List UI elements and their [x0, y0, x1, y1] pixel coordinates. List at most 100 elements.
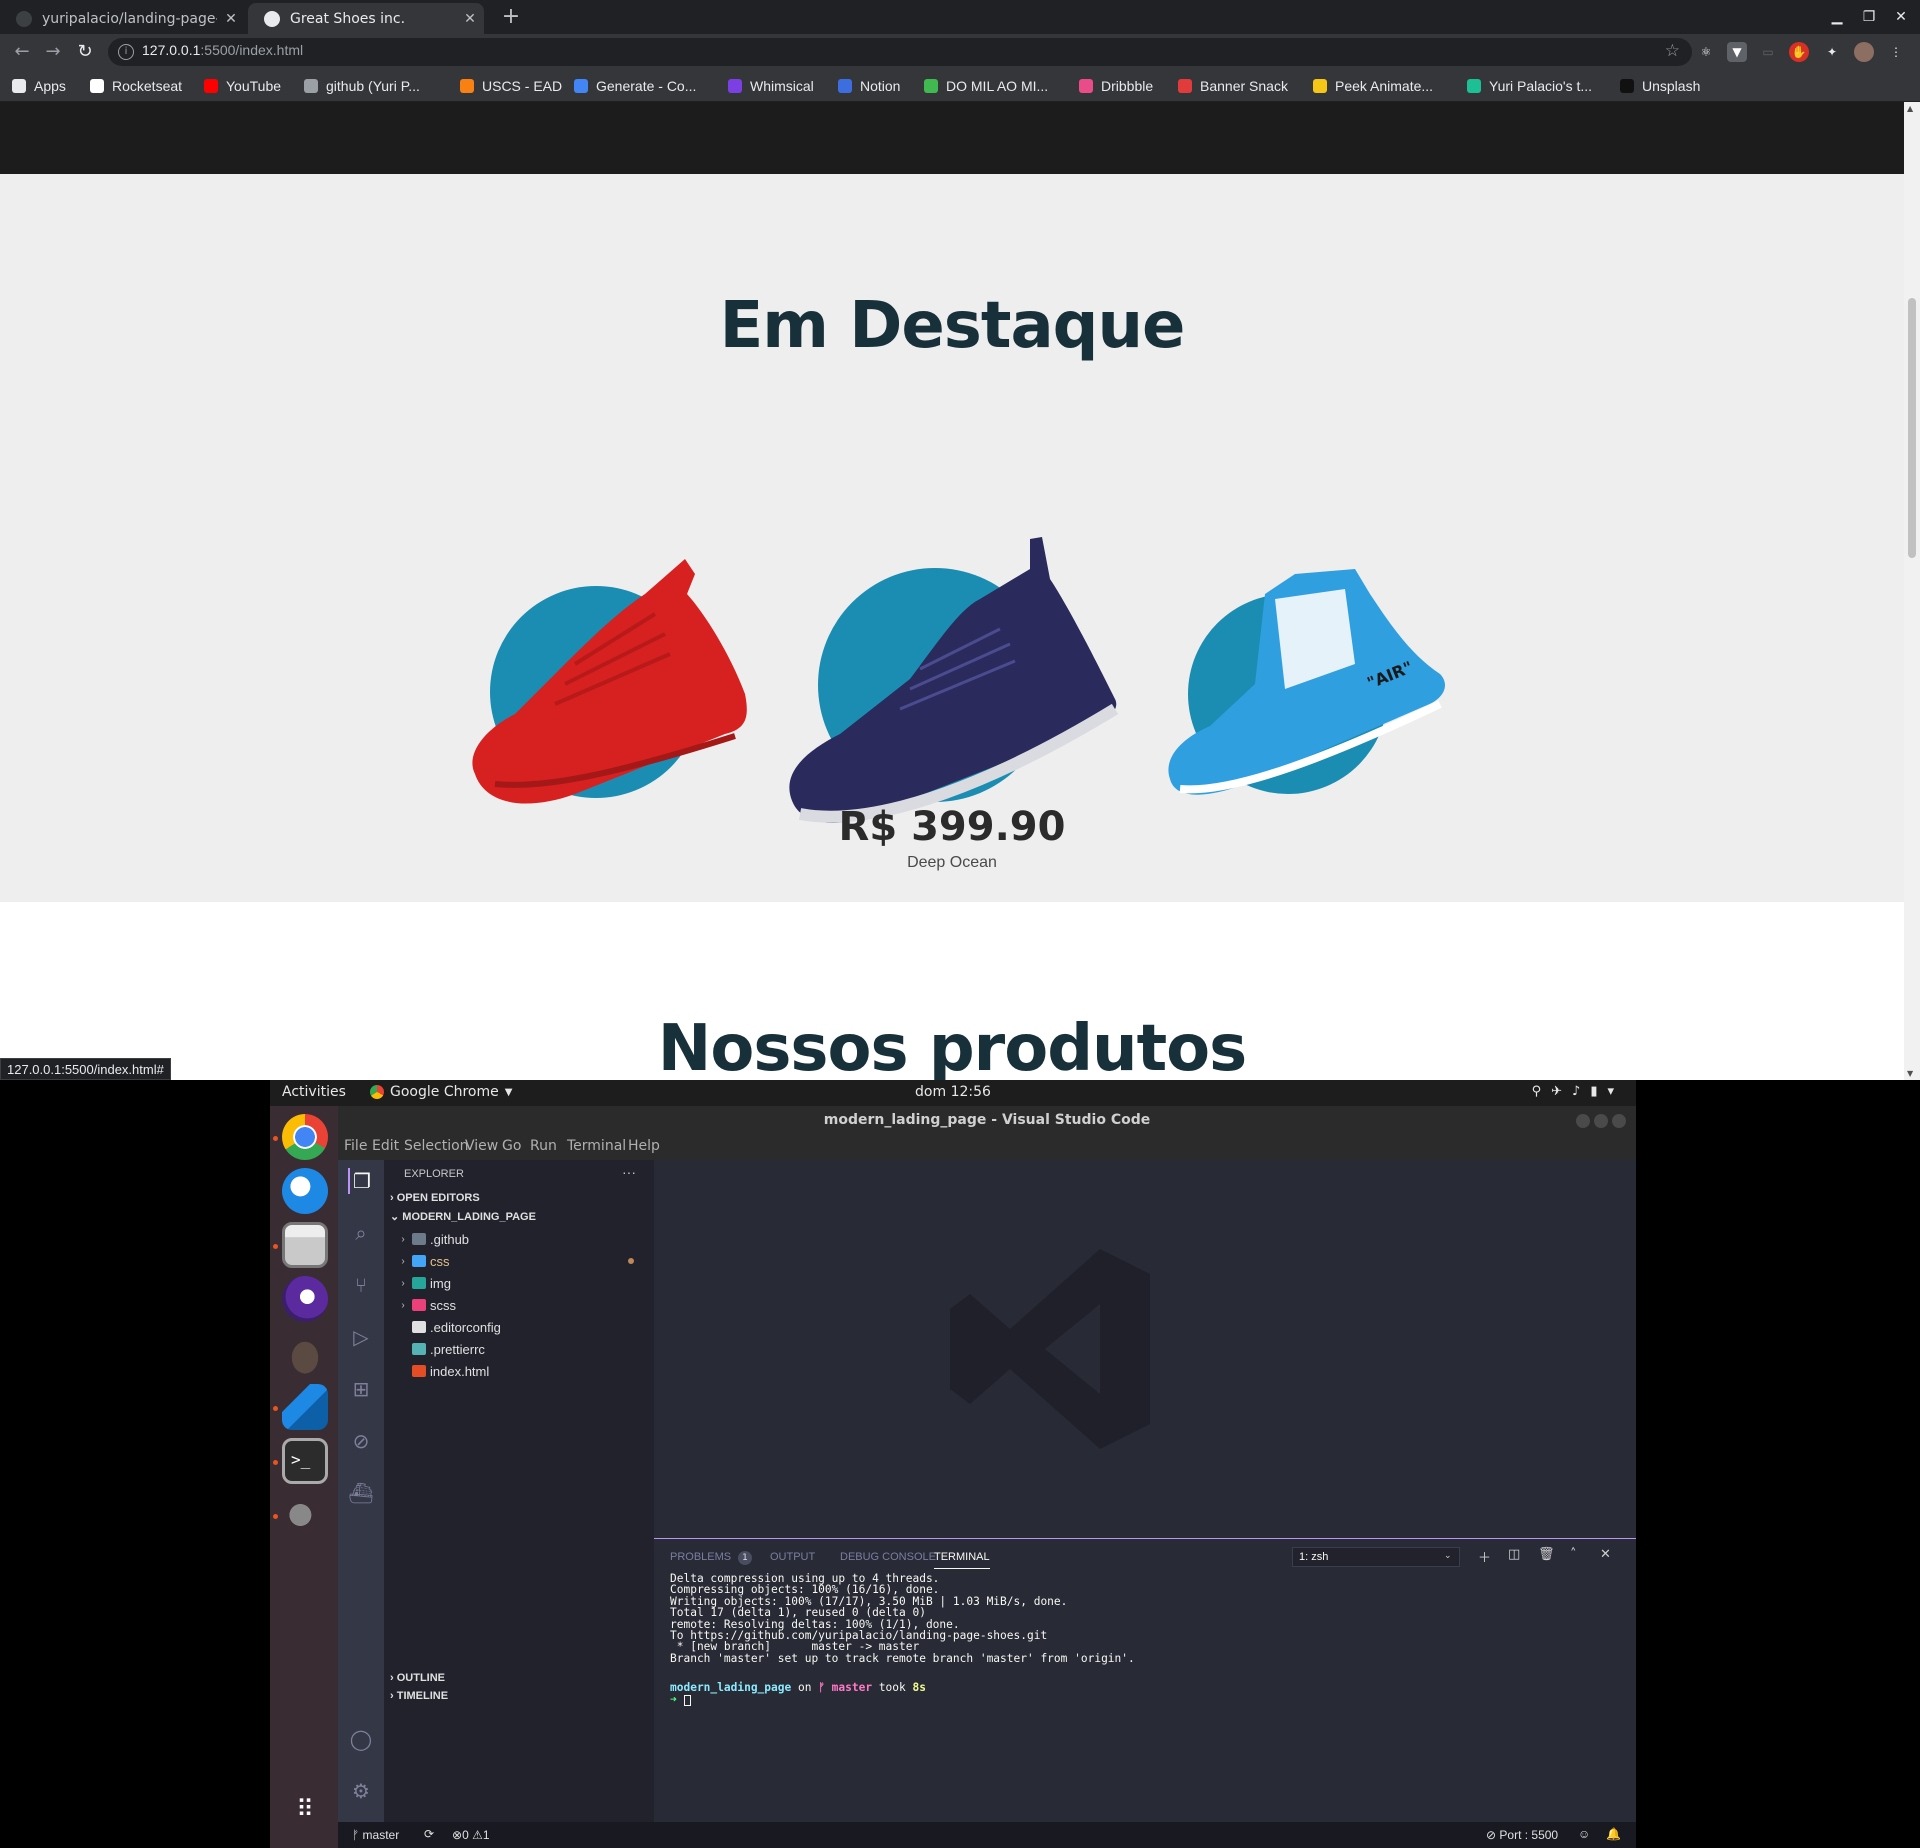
bookmark-unsplash[interactable]: Unsplash: [1620, 77, 1700, 95]
menu-selection[interactable]: Selection: [404, 1138, 469, 1154]
menu-help[interactable]: Help: [628, 1138, 660, 1154]
trash-icon[interactable]: 🗑: [1538, 1547, 1555, 1562]
menu-view[interactable]: View: [465, 1138, 498, 1154]
scroll-down-arrow-icon[interactable]: ▼: [1907, 1069, 1913, 1078]
bookmark-trello[interactable]: Yuri Palacio's t...: [1467, 77, 1592, 95]
extension-icon[interactable]: ▭: [1758, 42, 1778, 62]
chrome-dock-icon[interactable]: [282, 1114, 328, 1160]
new-terminal-icon[interactable]: ＋: [1478, 1547, 1491, 1566]
menu-run[interactable]: Run: [530, 1138, 557, 1154]
navy-shoe-image[interactable]: [780, 529, 1130, 829]
scroll-up-arrow-icon[interactable]: ▲: [1907, 104, 1913, 113]
notifications-bell-icon[interactable]: 🔔: [1606, 1827, 1621, 1841]
file-row[interactable]: index.html: [384, 1360, 654, 1382]
page-scrollbar[interactable]: ▲ ▼: [1904, 102, 1920, 1080]
react-devtools-icon[interactable]: ⚛: [1696, 42, 1716, 62]
bookmark-apps-grid[interactable]: Apps: [12, 77, 66, 95]
problems-status[interactable]: ⊗0 ⚠1: [452, 1828, 490, 1842]
explorer-files-icon[interactable]: ❐: [348, 1168, 374, 1194]
source-control-icon[interactable]: ⑂: [348, 1272, 374, 1298]
settings-gear-icon[interactable]: ⚙: [348, 1778, 374, 1804]
menu-go[interactable]: Go: [502, 1138, 521, 1154]
bookmark-moodle[interactable]: USCS - EAD: [460, 77, 562, 95]
close-tab-icon[interactable]: ✕: [456, 11, 484, 27]
bookmark-youtube[interactable]: YouTube: [204, 77, 281, 95]
gimp-dock-icon[interactable]: [282, 1492, 328, 1538]
editor-area[interactable]: [654, 1160, 1636, 1538]
eye-app-dock-icon[interactable]: [282, 1276, 328, 1322]
bookmark-dmam[interactable]: DO MIL AO MI...: [924, 77, 1048, 95]
files-dock-icon[interactable]: [282, 1222, 328, 1268]
run-debug-icon[interactable]: ▷: [348, 1324, 374, 1350]
clock[interactable]: dom 12:56: [270, 1084, 1636, 1100]
menu-file[interactable]: File: [344, 1138, 367, 1154]
folder-row[interactable]: › img: [384, 1272, 654, 1294]
adblock-icon[interactable]: ✋: [1789, 42, 1809, 62]
close-panel-icon[interactable]: ✕: [1600, 1547, 1611, 1562]
folder-row[interactable]: › scss: [384, 1294, 654, 1316]
minimize-button[interactable]: [1576, 1114, 1590, 1128]
tab-github[interactable]: yuripalacio/landing-page- ✕: [0, 3, 245, 34]
extensions-puzzle-icon[interactable]: ✦: [1822, 42, 1842, 62]
split-terminal-icon[interactable]: ◫: [1508, 1547, 1520, 1562]
docker-icon[interactable]: ⛴: [348, 1480, 374, 1506]
maximize-panel-icon[interactable]: ˄: [1570, 1547, 1577, 1562]
file-row[interactable]: .prettierrc: [384, 1338, 654, 1360]
folder-row[interactable]: › css: [384, 1250, 654, 1272]
terminal-output[interactable]: Delta compression using up to 4 threads.…: [670, 1573, 1630, 1664]
project-section[interactable]: ⌄ MODERN_LADING_PAGE: [390, 1210, 536, 1223]
terminal-select[interactable]: 1: zsh: [1292, 1547, 1460, 1567]
bookmark-bannersnack[interactable]: Banner Snack: [1178, 77, 1288, 95]
system-tray[interactable]: ⚲✈♪▮▾: [1532, 1084, 1624, 1099]
vscode-dock-icon[interactable]: [282, 1384, 328, 1430]
close-window-button[interactable]: [1612, 1114, 1626, 1128]
branch-status[interactable]: ᚠ master: [352, 1828, 399, 1842]
menu-terminal[interactable]: Terminal: [567, 1138, 626, 1154]
minimize-button[interactable]: ▁: [1822, 6, 1852, 28]
tab-great-shoes[interactable]: Great Shoes inc. ✕: [248, 3, 484, 34]
beaver-app-dock-icon[interactable]: [282, 1330, 328, 1376]
sync-icon[interactable]: ⟳: [424, 1827, 434, 1841]
blue-shoe-image[interactable]: "AIR": [1155, 554, 1455, 814]
profile-avatar[interactable]: [1854, 42, 1874, 62]
bookmark-dribbble[interactable]: Dribbble: [1079, 77, 1153, 95]
bookmark-generate[interactable]: Generate - Co...: [574, 77, 696, 95]
bookmark-star-icon[interactable]: ☆: [1665, 41, 1680, 61]
tab-problems[interactable]: PROBLEMS: [670, 1551, 731, 1563]
close-tab-icon[interactable]: ✕: [217, 11, 245, 27]
folder-row[interactable]: › .github: [384, 1228, 654, 1250]
bookmark-peek[interactable]: Peek Animate...: [1313, 77, 1433, 95]
address-bar[interactable]: i 127.0.0.1:5500/index.html ☆: [108, 38, 1692, 66]
reload-button[interactable]: ↻: [73, 40, 97, 64]
close-window-button[interactable]: ✕: [1886, 6, 1916, 28]
bookmark-github[interactable]: github (Yuri P...: [304, 77, 420, 95]
maximize-button[interactable]: [1594, 1114, 1608, 1128]
bookmark-notion[interactable]: Notion: [838, 77, 900, 95]
more-actions-icon[interactable]: ···: [622, 1164, 636, 1180]
terminal-dock-icon[interactable]: >_: [282, 1438, 328, 1484]
restore-button[interactable]: ❐: [1854, 6, 1884, 28]
timeline-section[interactable]: › TIMELINE: [390, 1690, 448, 1702]
site-info-icon[interactable]: i: [118, 44, 134, 60]
tab-debug-console[interactable]: DEBUG CONSOLE: [840, 1551, 936, 1563]
vue-devtools-icon[interactable]: ▼: [1727, 42, 1747, 62]
show-apps-grid-icon[interactable]: ⠿: [282, 1786, 328, 1832]
scroll-thumb[interactable]: [1908, 298, 1916, 558]
menu-kebab-icon[interactable]: ⋮: [1886, 42, 1906, 62]
outline-section[interactable]: › OUTLINE: [390, 1672, 445, 1684]
accounts-icon[interactable]: ◯: [348, 1726, 374, 1752]
new-tab-button[interactable]: +: [498, 4, 524, 30]
search-icon[interactable]: ⌕: [348, 1220, 374, 1246]
tab-output[interactable]: OUTPUT: [770, 1551, 815, 1563]
extensions-icon[interactable]: ⊞: [348, 1376, 374, 1402]
tab-terminal[interactable]: TERMINAL: [934, 1551, 990, 1569]
red-shoe-image[interactable]: [455, 554, 755, 814]
menu-edit[interactable]: Edit: [372, 1138, 399, 1154]
open-editors-section[interactable]: › OPEN EDITORS: [390, 1192, 480, 1204]
forward-button[interactable]: →: [41, 40, 65, 64]
live-server-status[interactable]: ⊘ Port : 5500: [1486, 1828, 1558, 1842]
feedback-icon[interactable]: ☺: [1578, 1827, 1590, 1841]
file-row[interactable]: .editorconfig: [384, 1316, 654, 1338]
git-graph-icon[interactable]: ⊘: [348, 1428, 374, 1454]
back-button[interactable]: ←: [10, 40, 34, 64]
